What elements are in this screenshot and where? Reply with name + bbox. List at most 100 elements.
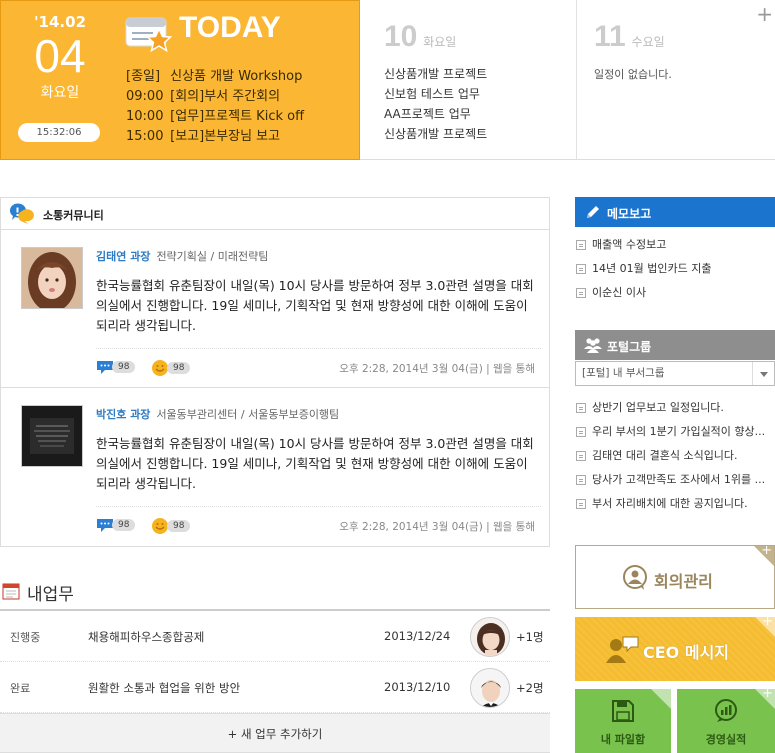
no-schedule-text: 일정이 없습니다. <box>594 68 672 81</box>
document-icon <box>576 403 586 413</box>
day-header: 10 화요일 <box>384 20 456 54</box>
task-name[interactable]: 채용해피하우스종합공제 <box>88 629 204 645</box>
document-icon <box>576 264 586 274</box>
schedule-day-11: 11 수요일 일정이 없습니다. + <box>576 0 775 160</box>
day-event[interactable]: 신상품개발 프로젝트 <box>384 124 487 144</box>
ceo-message-label: CEO 메시지 <box>643 643 730 662</box>
post-footer: 98 98 오후 2:28, 2014년 3월 04(금) | 웹을 통해 <box>96 348 541 378</box>
day-event[interactable]: 신보험 테스트 업무 <box>384 84 487 104</box>
comment-count[interactable]: 98 <box>96 359 136 375</box>
tile-corner <box>651 689 671 709</box>
post-body: 한국능률협회 유춘팀장이 내일(목) 10시 당사를 방문하여 정부 3.0관련… <box>96 278 534 333</box>
document-icon <box>576 499 586 509</box>
like-count[interactable]: 98 <box>151 359 191 377</box>
plus-icon: + <box>762 617 773 629</box>
ceo-message-tile[interactable]: + CEO 메시지 <box>575 617 775 681</box>
comment-count[interactable]: 98 <box>96 517 136 533</box>
portal-group-header[interactable]: 포털그룹 <box>575 330 775 360</box>
author-avatar[interactable] <box>21 247 83 312</box>
post-body: 한국능률협회 유춘팀장이 내일(목) 10시 당사를 방문하여 정부 3.0관련… <box>96 436 534 491</box>
assignee-avatar <box>470 668 510 708</box>
author-name[interactable]: 박진호 과장 <box>96 408 150 421</box>
day-event[interactable]: 신상품개발 프로젝트 <box>384 64 487 84</box>
person-photo-icon <box>471 669 509 707</box>
meeting-icon <box>623 565 647 590</box>
memo-item[interactable]: 14년 01월 법인카드 지출 <box>575 257 775 281</box>
task-row[interactable]: 진행중 채용해피하우스종합공제 2013/12/24 +1명 <box>0 611 550 662</box>
task-row[interactable]: 완료 원활한 소통과 협업을 위한 방안 2013/12/10 +2명 <box>0 662 550 713</box>
portal-group-select[interactable]: [포털] 내 부서그룹 <box>575 361 775 386</box>
post-footer: 98 98 오후 2:28, 2014년 3월 04(금) | 웹을 통해 <box>96 506 541 536</box>
today-event[interactable]: 15:00 [보고]본부장님 보고 <box>126 127 304 147</box>
memo-list: 매출액 수정보고 14년 01월 법인카드 지출 이순신 이사 <box>575 233 775 305</box>
business-performance-tile[interactable]: + 경영실적 <box>677 689 775 753</box>
post-meta: 오후 2:28, 2014년 3월 04(금) | 웹을 통해 <box>339 521 535 533</box>
person-photo-icon <box>22 406 82 466</box>
task-name[interactable]: 원활한 소통과 협업을 위한 방안 <box>88 680 240 696</box>
post-author: 박진호 과장 서울동부관리센터 / 서울동부보증이행팀 <box>96 406 339 422</box>
my-tasks-table: 진행중 채용해피하우스종합공제 2013/12/24 +1명 완료 원활한 소통… <box>0 609 550 753</box>
author-dept: 서울동부관리센터 / 서울동부보증이행팀 <box>156 408 340 421</box>
my-files-tile[interactable]: 내 파일함 <box>575 689 671 753</box>
portal-item[interactable]: 우리 부서의 1분기 가입실적이 향상... <box>575 420 775 444</box>
today-panel: '14.02 04 화요일 15:32:06 TODAY [종일] 신상품 개발… <box>0 0 360 160</box>
ceo-speech-icon <box>606 636 639 663</box>
portal-item[interactable]: 상반기 업무보고 일정입니다. <box>575 396 775 420</box>
calendar-star-icon <box>125 17 173 53</box>
document-icon <box>576 288 586 298</box>
document-icon <box>576 240 586 250</box>
my-files-label: 내 파일함 <box>600 733 646 746</box>
community-panel: 소통커뮤니티 김태연 과장 전략기획실 / 미래전략팀 한국능률협회 유춘팀장이 … <box>0 197 550 547</box>
chevron-down-icon[interactable] <box>752 362 774 385</box>
portal-item[interactable]: 당사가 고객만족도 조사에서 1위를 ... <box>575 468 775 492</box>
today-date: '14.02 04 화요일 <box>19 13 101 102</box>
portal-item[interactable]: 부서 자리배치에 대한 공지입니다. <box>575 492 775 516</box>
post-meta: 오후 2:28, 2014년 3월 04(금) | 웹을 통해 <box>339 363 535 375</box>
day-number: 10 <box>384 20 418 53</box>
post-author: 김태연 과장 전략기획실 / 미래전략팀 <box>96 248 268 264</box>
person-photo-icon <box>471 618 509 656</box>
today-title: TODAY <box>179 11 281 44</box>
chat-bubbles-icon <box>9 203 34 224</box>
like-count[interactable]: 98 <box>151 517 191 535</box>
community-title: 소통커뮤니티 <box>43 209 104 222</box>
my-tasks-title: 내업무 <box>27 585 74 605</box>
portal-post-list: 상반기 업무보고 일정입니다. 우리 부서의 1분기 가입실적이 향상... 김… <box>575 396 775 516</box>
memo-item[interactable]: 이순신 이사 <box>575 281 775 305</box>
day-event[interactable]: AA프로젝트 업무 <box>384 104 487 124</box>
memo-header[interactable]: 메모보고 <box>575 197 775 227</box>
day-weekday: 수요일 <box>631 35 665 49</box>
add-task-button[interactable]: + 새 업무 추가하기 <box>0 713 550 753</box>
today-event-list: [종일] 신상품 개발 Workshop 09:00 [회의]부서 주간회의 1… <box>126 67 304 147</box>
day-header: 11 수요일 <box>594 20 665 54</box>
day-event-list: 신상품개발 프로젝트 신보험 테스트 업무 AA프로젝트 업무 신상품개발 프로… <box>384 64 487 144</box>
portal-group-select-value: [포털] 내 부서그룹 <box>582 367 665 379</box>
document-icon <box>576 427 586 437</box>
memo-title: 메모보고 <box>607 207 652 221</box>
day-weekday: 화요일 <box>423 35 457 49</box>
add-schedule-button[interactable]: + <box>756 4 773 24</box>
today-event[interactable]: [종일] 신상품 개발 Workshop <box>126 67 304 87</box>
memo-item[interactable]: 매출액 수정보고 <box>575 233 775 257</box>
person-photo-icon <box>22 248 82 312</box>
assignee-avatar <box>470 617 510 657</box>
author-name[interactable]: 김태연 과장 <box>96 250 150 263</box>
community-post: 박진호 과장 서울동부관리센터 / 서울동부보증이행팀 한국능률협회 유춘팀장이 … <box>1 388 549 546</box>
task-participants: +2명 <box>516 681 544 695</box>
author-avatar[interactable] <box>21 405 83 467</box>
today-weekday: 화요일 <box>40 85 80 101</box>
meeting-management-tile[interactable]: + 회의관리 <box>575 545 775 609</box>
today-year-month: '14.02 <box>33 13 87 31</box>
calendar-icon <box>2 583 20 600</box>
pencil-icon <box>587 206 599 218</box>
meeting-management-label: 회의관리 <box>654 572 713 591</box>
task-date: 2013/12/10 <box>384 680 451 694</box>
business-performance-label: 경영실적 <box>705 733 747 746</box>
current-time: 15:32:06 <box>18 123 100 142</box>
schedule-day-10: 10 화요일 신상품개발 프로젝트 신보험 테스트 업무 AA프로젝트 업무 신… <box>360 0 576 160</box>
task-status: 진행중 <box>10 631 41 644</box>
today-event[interactable]: 10:00 [업무]프로젝트 Kick off <box>126 107 304 127</box>
today-event[interactable]: 09:00 [회의]부서 주간회의 <box>126 87 304 107</box>
portal-item[interactable]: 김태연 대리 결혼식 소식입니다. <box>575 444 775 468</box>
task-date: 2013/12/24 <box>384 629 451 643</box>
